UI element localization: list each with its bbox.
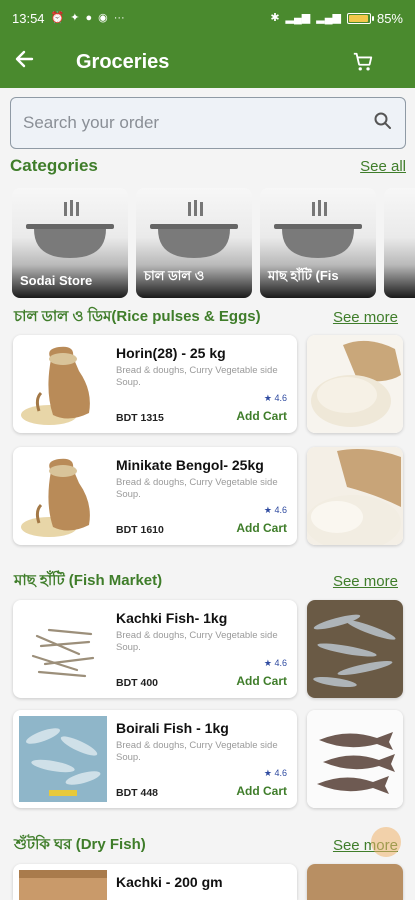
- section-header: মাছ হাঁটি (Fish Market) See more: [10, 570, 406, 592]
- category-label: মাছ হাঁটি (Fis: [268, 268, 339, 283]
- see-more-link[interactable]: See more: [333, 309, 398, 326]
- star-icon: ★: [263, 768, 272, 778]
- product-name: Horin(28) - 25 kg: [116, 345, 226, 361]
- back-arrow-icon[interactable]: [14, 48, 50, 76]
- product-card[interactable]: Minikate Bengol- 25kg Bread & doughs, Cu…: [13, 447, 297, 545]
- rice-sack-image: [21, 458, 90, 537]
- app-bar: Groceries: [0, 36, 415, 88]
- section-title: মাছ হাঁটি (Fish Market): [14, 571, 163, 589]
- battery-icon: [346, 12, 374, 24]
- product-price: BDT 1610: [116, 524, 164, 536]
- product-name: Kachki - 200 gm: [116, 874, 223, 890]
- category-list: Sodai Store চাল ডাল ও মাছ হাঁটি (Fis: [12, 188, 415, 298]
- category-card[interactable]: Sodai Store: [12, 188, 128, 298]
- pot-icon: [150, 200, 238, 258]
- category-card[interactable]: চাল ডাল ও: [136, 188, 252, 298]
- see-more-link[interactable]: See more: [333, 573, 398, 590]
- category-card[interactable]: মাছ হাঁটি (Fis: [260, 188, 376, 298]
- product-rating: ★ 4.6: [264, 768, 287, 779]
- fish-image: [19, 716, 107, 802]
- product-description: Bread & doughs, Curry Vegetable side Sou…: [116, 365, 278, 388]
- more-dots-icon: ···: [113, 11, 125, 24]
- product-description: Bread & doughs, Curry Vegetable side Sou…: [116, 740, 278, 763]
- product-name: Boirali Fish - 1kg: [116, 720, 229, 736]
- status-time: 13:54: [12, 10, 45, 26]
- add-cart-button[interactable]: Add Cart: [236, 674, 287, 688]
- fish-photo[interactable]: [307, 710, 403, 808]
- product-card[interactable]: Kachki Fish- 1kg Bread & doughs, Curry V…: [13, 600, 297, 698]
- product-description: Bread & doughs, Curry Vegetable side Sou…: [116, 630, 278, 653]
- signal-icon-2: ▂▄▆: [316, 11, 341, 24]
- star-icon: ★: [263, 505, 272, 515]
- section-title: চাল ডাল ও ডিম(Rice pulses & Eggs): [14, 307, 261, 325]
- alarm-icon: ⏰: [50, 11, 65, 24]
- section-header: শুঁটকি ঘর (Dry Fish) See more: [10, 834, 406, 856]
- fish-photo[interactable]: [307, 600, 403, 698]
- rice-photo[interactable]: [307, 447, 403, 545]
- see-all-link[interactable]: See all: [360, 158, 406, 175]
- category-label: চাল ডাল ও: [144, 268, 205, 283]
- rating-value: 4.6: [274, 658, 287, 668]
- add-cart-button[interactable]: Add Cart: [236, 521, 287, 535]
- product-card[interactable]: Kachki - 200 gm: [13, 864, 297, 900]
- categories-title: Categories: [10, 156, 98, 175]
- pot-icon: [274, 200, 362, 258]
- star-icon: ★: [263, 393, 272, 403]
- star-icon: ★: [263, 658, 272, 668]
- rating-value: 4.6: [274, 393, 287, 403]
- product-description: Bread & doughs, Curry Vegetable side Sou…: [116, 477, 278, 500]
- dry-fish-image: [19, 870, 107, 900]
- search-icon[interactable]: [373, 111, 393, 136]
- product-price: BDT 1315: [116, 412, 164, 424]
- bluetooth-icon: ✱: [270, 11, 280, 24]
- app-icon: ◉: [98, 11, 108, 24]
- cart-icon[interactable]: [349, 48, 377, 76]
- product-price: BDT 448: [116, 787, 159, 799]
- add-cart-button[interactable]: Add Cart: [236, 784, 287, 798]
- chat-icon: ●: [85, 11, 93, 24]
- rating-value: 4.6: [274, 505, 287, 515]
- signal-icon: ▂▄▆: [285, 11, 311, 24]
- add-cart-button[interactable]: Add Cart: [236, 409, 287, 423]
- product-rating: ★ 4.6: [264, 505, 287, 516]
- rice-photo[interactable]: [307, 335, 403, 433]
- categories-header: Categories See all: [10, 155, 406, 177]
- product-name: Minikate Bengol- 25kg: [116, 457, 264, 473]
- notification-icon: ✦: [70, 11, 80, 24]
- section-header: চাল ডাল ও ডিম(Rice pulses & Eggs) See mo…: [10, 306, 406, 328]
- product-name: Kachki Fish- 1kg: [116, 610, 228, 626]
- floating-action-button[interactable]: [371, 827, 401, 857]
- category-label: Sodai Store: [20, 273, 93, 288]
- dry-fish-photo[interactable]: [307, 864, 403, 900]
- product-price: BDT 400: [116, 677, 159, 689]
- product-rating: ★ 4.6: [264, 658, 287, 669]
- product-card[interactable]: Boirali Fish - 1kg Bread & doughs, Curry…: [13, 710, 297, 808]
- page-title: Groceries: [76, 50, 170, 73]
- status-bar: 13:54 ⏰ ✦ ● ◉ ··· ✱ ▂▄▆ ▂▄▆ 85%: [0, 0, 415, 36]
- fish-image: [31, 628, 95, 678]
- rating-value: 4.6: [274, 768, 287, 778]
- section-title: শুঁটকি ঘর (Dry Fish): [14, 835, 146, 853]
- category-card-partial[interactable]: [384, 188, 415, 298]
- product-card[interactable]: Horin(28) - 25 kg Bread & doughs, Curry …: [13, 335, 297, 433]
- product-rating: ★ 4.6: [264, 393, 287, 404]
- rice-sack-image: [21, 346, 90, 425]
- pot-icon: [26, 200, 114, 258]
- battery-percent: 85%: [376, 10, 403, 26]
- search-input[interactable]: [23, 113, 373, 133]
- search-bar[interactable]: [10, 97, 406, 149]
